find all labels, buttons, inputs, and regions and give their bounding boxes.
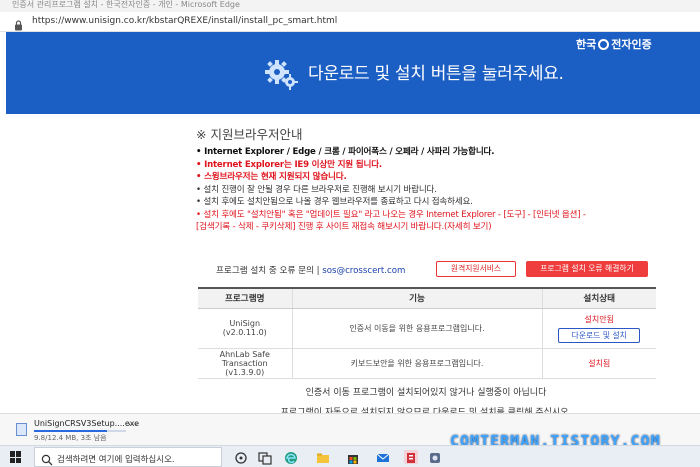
bottom-note: 인증서 이동 프로그램이 설치되어있지 않거나 실행중이 아닙니다: [305, 388, 547, 398]
program-name: UniSign: [229, 319, 261, 328]
table-row: AhnLab Safe Transaction (v1.3.9.0) 키보드보안…: [198, 348, 656, 379]
taskbar-search-placeholder: 검색하려면 여기에 입력하십시오.: [57, 455, 175, 465]
column-header-status: 설치상태: [541, 287, 656, 309]
note-line: • 설치 진행이 잘 안될 경우 다른 브라우저로 진행해 보시기 바랍니다.: [196, 184, 437, 195]
program-status-cell: 설치됨: [541, 348, 656, 379]
windows-start-icon[interactable]: [10, 451, 22, 463]
file-explorer-icon[interactable]: [316, 450, 330, 464]
remote-support-button[interactable]: 원격지원서비스: [436, 261, 516, 277]
file-icon: [16, 423, 27, 436]
program-name: AhnLab Safe Transaction: [219, 349, 270, 368]
support-contact-label: 프로그램 설치 중 오류 문의 | sos@crosscert.com: [216, 264, 405, 276]
app-setup-icon[interactable]: [404, 450, 418, 464]
program-name-cell: AhnLab Safe Transaction (v1.3.9.0): [198, 348, 292, 379]
column-header-program: 프로그램명: [198, 287, 292, 309]
install-status: 설치됨: [588, 358, 611, 368]
more-options-icon[interactable]: ···: [128, 420, 138, 431]
bottom-note-2: 프로그램이 자동으로 설치되지 않으므로 다운로드 및 설치를 클릭해 주십시오…: [280, 408, 572, 413]
logo-circle-icon: [598, 38, 610, 50]
program-version: (v2.0.11.0): [222, 328, 267, 337]
supported-browsers-notes: • Internet Explorer / Edge / 크롬 / 파이어폭스 …: [196, 146, 686, 234]
program-table: 프로그램명 기능 설치상태 UniSign (v2.0.11.0) 인증서 이동…: [198, 287, 656, 379]
task-switch-icon[interactable]: [258, 450, 272, 465]
program-function: 인증서 이동을 위한 응용프로그램입니다.: [291, 308, 542, 349]
logo-text-right: 전자인증: [611, 38, 652, 51]
edge-browser-icon[interactable]: [284, 450, 298, 464]
address-bar[interactable]: https://www.unisign.co.kr/kbstarQREXE/in…: [0, 12, 700, 32]
taskbar: 검색하려면 여기에 입력하십시오.: [0, 445, 700, 467]
logo-text-left: 한국: [576, 38, 597, 51]
note-line: • Internet Explorer / Edge / 크롬 / 파이어폭스 …: [196, 147, 495, 157]
support-contact-text: 프로그램 설치 중 오류 문의 |: [216, 266, 320, 276]
mail-icon[interactable]: [376, 450, 390, 464]
download-progress-bar: [34, 430, 126, 432]
note-line: • Internet Explorer는 IE9 이상만 지원 됩니다.: [196, 159, 382, 170]
task-view-icon[interactable]: [234, 450, 248, 464]
store-icon[interactable]: [346, 450, 360, 464]
detail-link[interactable]: (자세히 보기): [444, 222, 492, 232]
install-status: 설치안됨: [584, 314, 614, 324]
note-line: • 스윙브라우저는 현재 지원되지 않습니다.: [196, 172, 347, 182]
note-line-text: [검색기록 - 삭제 - 쿠키삭제] 진행 후 사이트 재접속 해보시기 바랍니…: [196, 222, 445, 232]
supported-browsers-title: ※ 지원브라우저안내: [196, 127, 303, 142]
note-line: • 설치 후에도 "설치안됨" 혹은 "업데이트 필요" 라고 나오는 경우 I…: [196, 209, 586, 220]
download-filename[interactable]: UniSignCRSV3Setup....exe: [34, 419, 139, 428]
gears-icon: [264, 56, 298, 94]
url-text[interactable]: https://www.unisign.co.kr/kbstarQREXE/in…: [32, 16, 337, 26]
download-progress-fill: [34, 430, 107, 432]
window-title: 인증서 관리프로그램 설치 - 한국전자인증 - 개인 - Microsoft …: [12, 0, 240, 9]
program-function: 키보드보안을 위한 응용프로그램입니다.: [291, 348, 542, 379]
column-header-function: 기능: [291, 287, 542, 309]
note-line: • 설치 후에도 설치안됨으로 나올 경우 웹브라우저를 종료하고 다시 접속하…: [196, 197, 473, 207]
other-app-icon[interactable]: [428, 450, 442, 464]
program-status-cell: 설치안됨 다운로드 및 설치: [541, 308, 656, 349]
fix-install-error-button[interactable]: 프로그램 설치 오류 해결하기: [526, 261, 648, 277]
download-install-button[interactable]: 다운로드 및 설치: [558, 327, 641, 343]
download-status: 9.8/12.4 MB, 3초 남음: [34, 434, 107, 442]
support-email[interactable]: sos@crosscert.com: [322, 266, 405, 276]
header-banner: 한국 전자인증 다운로드 및 설치 버튼을 눌러주세요.: [6, 32, 700, 114]
taskbar-search[interactable]: 검색하려면 여기에 입력하십시오.: [34, 447, 222, 467]
program-name-cell: UniSign (v2.0.11.0): [198, 308, 292, 349]
crosscert-logo: 한국 전자인증: [576, 36, 652, 52]
note-line-with-link: [검색기록 - 삭제 - 쿠키삭제] 진행 후 사이트 재접속 해보시기 바랍니…: [196, 221, 686, 234]
banner-headline: 다운로드 및 설치 버튼을 눌러주세요.: [308, 64, 564, 84]
table-row: UniSign (v2.0.11.0) 인증서 이동을 위한 응용프로그램입니다…: [198, 308, 656, 349]
window-titlebar: 인증서 관리프로그램 설치 - 한국전자인증 - 개인 - Microsoft …: [0, 0, 700, 12]
program-version: (v1.3.9.0): [225, 367, 265, 377]
search-icon: [41, 451, 53, 467]
support-contact-row: 프로그램 설치 중 오류 문의 | sos@crosscert.com 원격지원…: [196, 260, 656, 280]
